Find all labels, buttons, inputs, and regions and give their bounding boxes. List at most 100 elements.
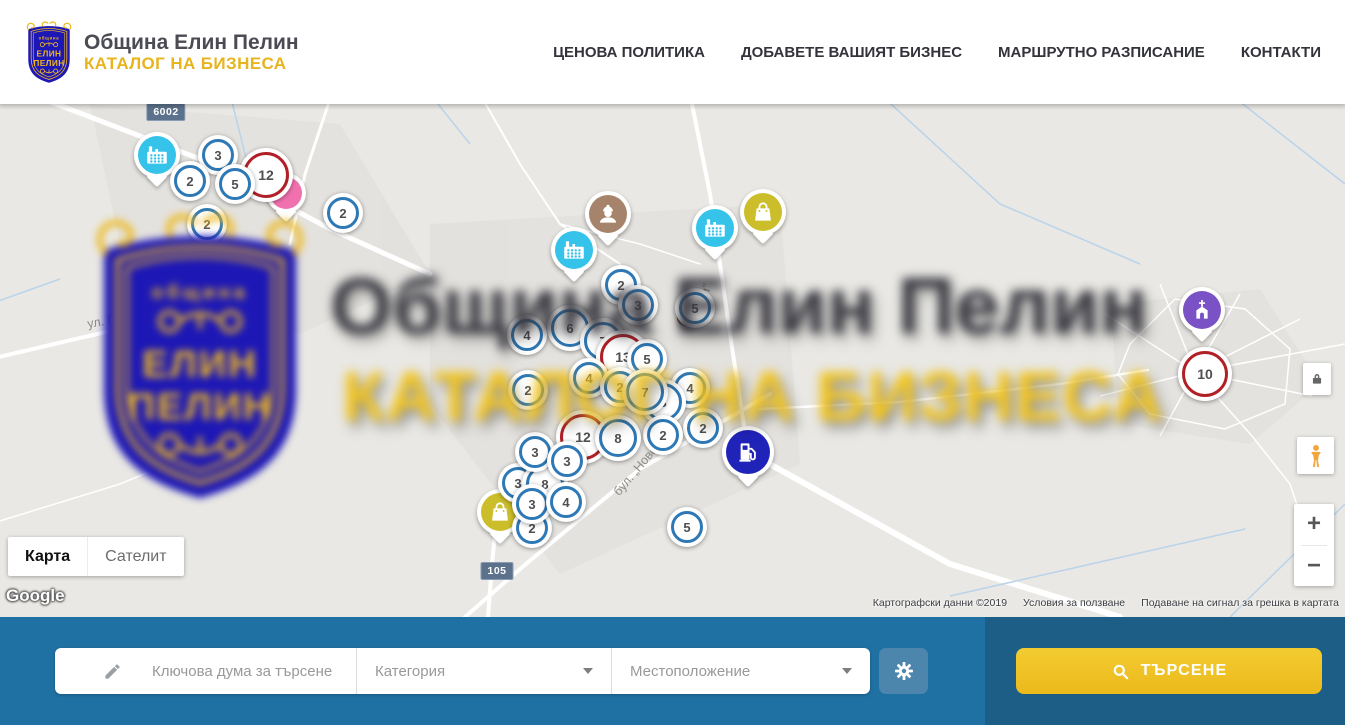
cluster-count: 2 — [699, 421, 706, 436]
nav-item[interactable]: ЦЕНОВА ПОЛИТИКА — [553, 44, 705, 61]
cluster-marker[interactable]: 2 — [683, 408, 723, 448]
pegman-button[interactable] — [1297, 437, 1334, 474]
logo-text: Община Елин Пелин КАТАЛОГ НА БИЗНЕСА — [84, 31, 299, 74]
keyword-field — [55, 648, 357, 694]
cluster-ring: 2 — [687, 412, 719, 444]
chevron-down-icon — [583, 668, 593, 674]
lock-icon — [1310, 372, 1324, 386]
map-canvas[interactable]: 6002105ул. Преславбул. „Новоселци"123252… — [0, 104, 1345, 617]
header: община ЕЛИНПЕЛИН Община Елин Пелин КАТАЛО… — [0, 0, 1345, 104]
search-icon — [1111, 662, 1130, 681]
factory-icon — [696, 209, 734, 247]
location-select-value: Местоположение — [630, 663, 750, 680]
category-select-value: Категория — [375, 663, 445, 680]
cluster-ring: 3 — [516, 488, 548, 520]
cluster-count: 3 — [563, 454, 570, 469]
cluster-count: 3 — [634, 298, 641, 313]
cluster-marker[interactable]: 8 — [595, 415, 641, 461]
cluster-count: 2 — [524, 383, 531, 398]
bag-icon — [744, 193, 782, 231]
cluster-count: 12 — [575, 429, 591, 445]
road-badge: 6002 — [146, 104, 185, 121]
cluster-marker[interactable]: 7 — [622, 369, 668, 415]
attribution-link[interactable]: Условия за ползване — [1023, 597, 1125, 609]
road-badge: 105 — [480, 562, 513, 580]
cluster-ring: 5 — [219, 168, 251, 200]
nav-item[interactable]: ДОБАВЕТЕ ВАШИЯТ БИЗНЕС — [741, 44, 962, 61]
cluster-ring: 2 — [512, 374, 544, 406]
cluster-ring: 10 — [1182, 351, 1228, 397]
cluster-marker[interactable]: 4 — [507, 315, 547, 355]
catalog-title: КАТАЛОГ НА БИЗНЕСА — [84, 54, 299, 73]
factory-marker[interactable] — [692, 205, 738, 251]
cluster-ring: 5 — [679, 292, 711, 324]
worker-marker[interactable] — [585, 191, 631, 237]
svg-text:ЕЛИН: ЕЛИН — [37, 49, 62, 58]
location-select[interactable]: Местоположение — [612, 648, 870, 694]
cluster-marker[interactable]: 2 — [508, 370, 548, 410]
cluster-count: 5 — [643, 352, 650, 367]
cluster-count: 5 — [231, 177, 238, 192]
cluster-count: 12 — [258, 167, 274, 183]
category-select[interactable]: Категория — [357, 648, 612, 694]
attribution-link[interactable]: Подаване на сигнал за грешка в картата — [1141, 597, 1339, 609]
cluster-marker[interactable]: 5 — [667, 507, 707, 547]
site-logo[interactable]: община ЕЛИНПЕЛИН Община Елин Пелин КАТАЛО… — [24, 21, 299, 84]
factory-marker[interactable] — [551, 227, 597, 273]
bag-marker[interactable] — [740, 189, 786, 235]
municipality-crest-icon: община ЕЛИНПЕЛИН — [24, 21, 74, 84]
attribution-text: Картографски данни ©2019 — [873, 597, 1007, 609]
cluster-marker[interactable]: 2 — [323, 193, 363, 233]
google-logo[interactable]: Google — [6, 586, 65, 606]
fuel-marker[interactable] — [722, 426, 774, 478]
cluster-count: 6 — [566, 321, 573, 336]
gear-icon — [892, 659, 916, 683]
zoom-out-button[interactable]: − — [1294, 546, 1334, 587]
cluster-marker[interactable]: 3 — [547, 441, 587, 481]
cluster-count: 4 — [523, 328, 530, 343]
cluster-ring: 5 — [671, 511, 703, 543]
cluster-count: 2 — [339, 206, 346, 221]
lock-button[interactable] — [1303, 363, 1331, 395]
cluster-count: 2 — [186, 174, 193, 189]
search-bar: Категория Местоположение — [0, 617, 1345, 725]
advanced-settings-button[interactable] — [879, 648, 928, 694]
cluster-marker[interactable]: 2 — [187, 204, 227, 244]
cluster-marker[interactable]: 10 — [1178, 347, 1232, 401]
keyword-search-input[interactable] — [150, 662, 334, 681]
cluster-ring: 3 — [551, 445, 583, 477]
factory-icon — [138, 136, 176, 174]
cluster-ring: 2 — [647, 419, 679, 451]
cluster-ring: 4 — [511, 319, 543, 351]
cluster-ring: 3 — [622, 289, 654, 321]
cluster-count: 3 — [528, 497, 535, 512]
cluster-marker[interactable]: 5 — [675, 288, 715, 328]
map-type-satellite-button[interactable]: Сателит — [87, 537, 183, 576]
cluster-ring: 4 — [550, 486, 582, 518]
cluster-marker[interactable]: 2 — [170, 161, 210, 201]
cluster-count: 8 — [614, 431, 621, 446]
page: община ЕЛИНПЕЛИН Община Елин Пелин КАТАЛО… — [0, 0, 1345, 725]
cluster-marker[interactable]: 4 — [546, 482, 586, 522]
cluster-marker[interactable]: 3 — [618, 285, 658, 325]
chevron-down-icon — [842, 668, 852, 674]
map-type-map-button[interactable]: Карта — [8, 537, 87, 576]
zoom-in-button[interactable]: + — [1294, 504, 1334, 545]
cluster-ring: 8 — [599, 419, 637, 457]
nav-item[interactable]: КОНТАКТИ — [1241, 44, 1321, 61]
cluster-count: 5 — [691, 301, 698, 316]
svg-text:ПЕЛИН: ПЕЛИН — [33, 58, 64, 67]
cluster-count: 4 — [562, 495, 569, 510]
zoom-control: + − — [1294, 504, 1334, 586]
church-marker[interactable] — [1179, 287, 1225, 333]
organization-name: Община Елин Пелин — [84, 31, 299, 55]
cluster-count: 4 — [585, 371, 592, 386]
main-nav: ЦЕНОВА ПОЛИТИКА ДОБАВЕТЕ ВАШИЯТ БИЗНЕС МАР… — [553, 44, 1321, 61]
fuel-icon — [726, 430, 770, 474]
cluster-marker[interactable]: 2 — [643, 415, 683, 455]
nav-item[interactable]: МАРШРУТНО РАЗПИСАНИЕ — [998, 44, 1205, 61]
svg-text:община: община — [39, 35, 60, 40]
cluster-count: 5 — [683, 520, 690, 535]
search-button[interactable]: ТЪРСЕНЕ — [1016, 648, 1322, 694]
cluster-marker[interactable]: 5 — [215, 164, 255, 204]
